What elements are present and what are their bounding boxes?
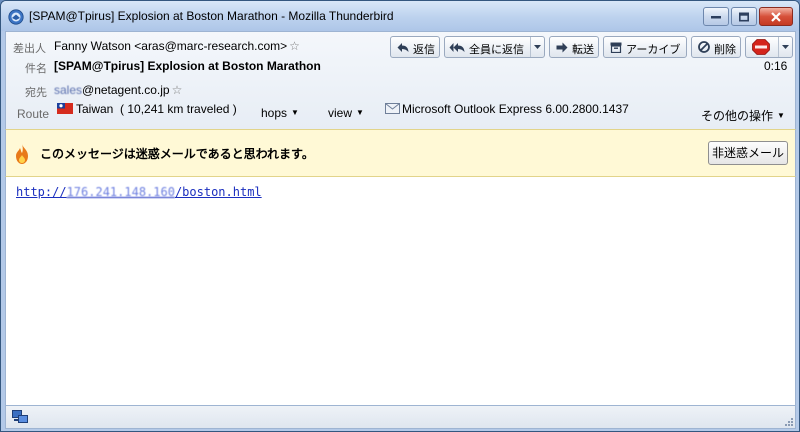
minimize-button[interactable] bbox=[703, 7, 729, 26]
thunderbird-window: [SPAM@Tpirus] Explosion at Boston Marath… bbox=[0, 0, 800, 432]
reply-all-label: 全員に返信 bbox=[469, 44, 524, 56]
chevron-down-icon: ▼ bbox=[777, 111, 785, 120]
from-address[interactable]: Fanny Watson <aras@marc-research.com> bbox=[54, 39, 287, 53]
hops-label: hops bbox=[261, 106, 288, 120]
hops-dropdown[interactable]: hops ▼ bbox=[261, 106, 299, 120]
junk-message: このメッセージは迷惑メールであると思われます。 bbox=[40, 147, 314, 161]
subject-value: [SPAM@Tpirus] Explosion at Boston Marath… bbox=[54, 59, 321, 73]
reply-all-icon bbox=[449, 43, 465, 52]
message-header: 差出人 Fanny Watson <aras@marc-research.com… bbox=[5, 31, 796, 129]
delete-label: 削除 bbox=[714, 44, 736, 56]
stop-sign-icon bbox=[752, 39, 770, 55]
to-field[interactable]: sales@netagent.co.jp ☆ bbox=[54, 83, 182, 97]
maximize-icon bbox=[739, 12, 749, 21]
reply-label: 返信 bbox=[413, 44, 435, 56]
route-country: Taiwan ( 10,241 km traveled ) bbox=[76, 102, 237, 116]
delete-button[interactable]: 削除 bbox=[691, 36, 741, 58]
reply-all-button[interactable]: 全員に返信 bbox=[444, 36, 545, 58]
forward-arrow-icon bbox=[556, 42, 568, 53]
from-label: 差出人 bbox=[13, 43, 46, 55]
link-suffix[interactable]: /boston.html bbox=[175, 185, 262, 199]
to-address-domain[interactable]: @netagent.co.jp bbox=[82, 83, 170, 97]
from-field[interactable]: Fanny Watson <aras@marc-research.com> ☆ bbox=[54, 39, 300, 53]
star-icon[interactable]: ☆ bbox=[289, 39, 300, 53]
chevron-down-icon: ▼ bbox=[291, 108, 299, 117]
title-bar[interactable]: [SPAM@Tpirus] Explosion at Boston Marath… bbox=[1, 1, 799, 31]
forward-button[interactable]: 転送 bbox=[549, 36, 599, 58]
message-body: http://176.241.148.160/boston.html bbox=[5, 177, 796, 405]
route-country-name: Taiwan bbox=[76, 102, 114, 116]
window-title: [SPAM@Tpirus] Explosion at Boston Marath… bbox=[29, 9, 394, 23]
link-prefix[interactable]: http:// bbox=[16, 185, 67, 199]
junk-notification-bar: このメッセージは迷惑メールであると思われます。 非迷惑メール bbox=[5, 129, 796, 177]
body-link[interactable]: http://176.241.148.160/boston.html bbox=[16, 185, 262, 199]
reply-button[interactable]: 返信 bbox=[390, 36, 440, 58]
chevron-down-icon bbox=[782, 45, 789, 49]
delete-icon bbox=[698, 41, 710, 53]
route-label: Route bbox=[17, 107, 50, 121]
chevron-down-icon bbox=[534, 45, 541, 49]
to-label: 宛先 bbox=[25, 87, 47, 99]
to-address-obscured: sales bbox=[54, 83, 83, 97]
maximize-button[interactable] bbox=[731, 7, 757, 26]
online-status-icon[interactable] bbox=[12, 410, 28, 424]
close-icon bbox=[771, 11, 781, 22]
stop-spam-button[interactable] bbox=[745, 36, 793, 58]
subject-label: 件名 bbox=[25, 63, 47, 75]
other-actions-label: その他の操作 bbox=[701, 109, 774, 123]
not-junk-button[interactable]: 非迷惑メール bbox=[708, 141, 788, 165]
minimize-icon bbox=[711, 15, 721, 18]
close-window-button[interactable] bbox=[759, 7, 793, 26]
status-bar bbox=[5, 405, 796, 429]
star-icon[interactable]: ☆ bbox=[172, 83, 183, 97]
mailer-info: Microsoft Outlook Express 6.00.2800.1437 bbox=[402, 102, 629, 116]
thunderbird-icon bbox=[8, 9, 24, 25]
stop-spam-dropdown[interactable] bbox=[778, 37, 792, 57]
link-ip[interactable]: 176.241.148.160 bbox=[67, 185, 175, 199]
junk-flame-icon bbox=[16, 144, 28, 164]
archive-button[interactable]: アーカイブ bbox=[603, 36, 687, 58]
view-dropdown[interactable]: view ▼ bbox=[328, 106, 364, 120]
taiwan-flag-icon bbox=[57, 103, 73, 114]
resize-grip-icon[interactable] bbox=[783, 416, 793, 426]
archive-label: アーカイブ bbox=[626, 44, 681, 56]
envelope-icon bbox=[385, 103, 400, 114]
reply-all-dropdown[interactable] bbox=[530, 37, 544, 57]
view-label: view bbox=[328, 106, 353, 120]
forward-label: 転送 bbox=[572, 44, 594, 56]
reply-arrow-icon bbox=[397, 43, 409, 52]
route-distance: ( 10,241 km traveled ) bbox=[120, 102, 237, 116]
chevron-down-icon: ▼ bbox=[356, 108, 364, 117]
message-time: 0:16 bbox=[764, 59, 788, 73]
archive-icon bbox=[610, 42, 622, 53]
other-actions-menu[interactable]: その他の操作 ▼ bbox=[701, 107, 785, 124]
